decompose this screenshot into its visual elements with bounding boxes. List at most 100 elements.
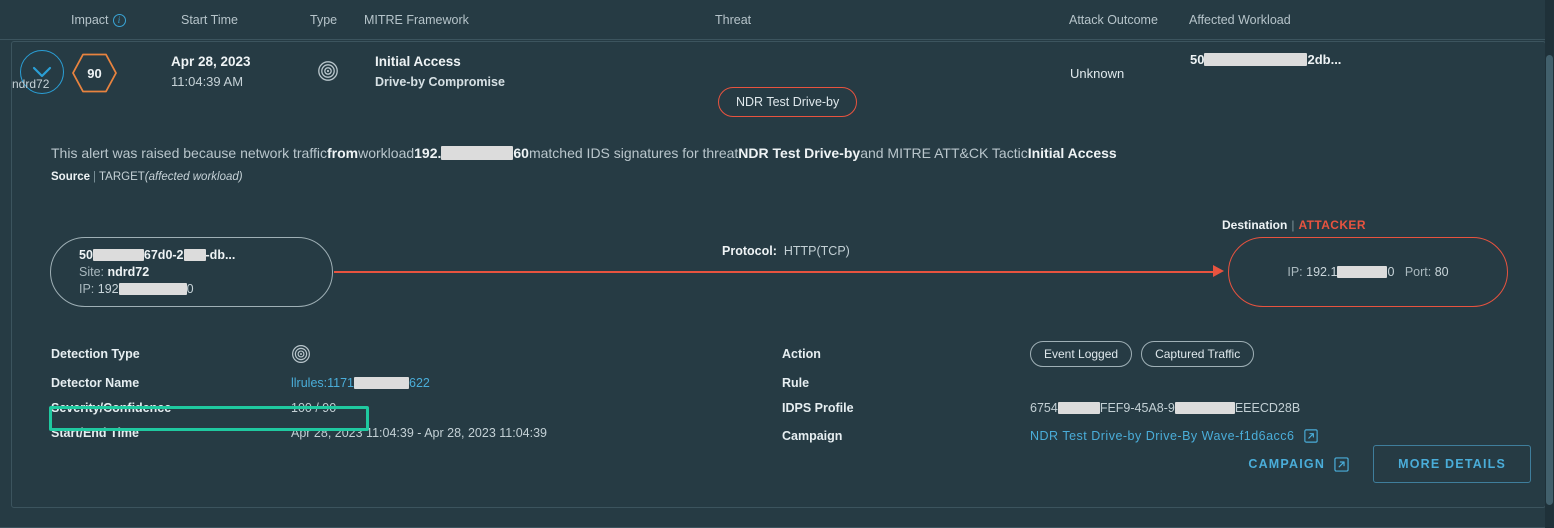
column-header-impact: Impact i [71, 13, 126, 27]
flow-arrow-line [334, 271, 1218, 273]
column-header-start-time: Start Time [181, 13, 238, 27]
idps-profile-label: IDPS Profile [782, 400, 854, 415]
column-header-mitre-framework: MITRE Framework [364, 13, 469, 27]
destination-label-group: Destination | ATTACKER [1222, 218, 1366, 232]
column-header-threat: Threat [715, 13, 752, 27]
destination-node-ip: IP: 192.1 0 Port: 80 [1287, 264, 1448, 281]
redacted-block [1057, 401, 1100, 414]
vertical-scrollbar-track[interactable] [1545, 0, 1554, 528]
external-link-icon [1303, 429, 1318, 443]
dest-port-value: 80 [1434, 264, 1449, 279]
severity-confidence-value: 100 / 90 [291, 400, 337, 415]
source-target-legend: Source | TARGET(affected workload) [51, 171, 243, 183]
dest-ip-suffix: 0 [1387, 264, 1395, 279]
impact-score-value: 90 [87, 65, 102, 81]
alert-time: 11:04:39 AM [171, 74, 244, 89]
detail-row-action: Action Event Logged Captured Traffic [782, 338, 1422, 370]
protocol-value: HTTP(TCP) [783, 244, 850, 258]
idps-mid: FEF9-45A8-9 [1099, 400, 1175, 415]
column-header-affected-workload: Affected Workload [1189, 13, 1291, 27]
vertical-scrollbar-thumb[interactable] [1546, 55, 1553, 505]
redacted-block [1204, 53, 1308, 66]
source-site-label: Site: [79, 264, 105, 279]
mitre-technique: Drive-by Compromise [375, 75, 505, 89]
detector-name-label: Detector Name [51, 375, 140, 390]
detector-name-value[interactable]: llrules:1171 622 [291, 376, 430, 390]
campaign-link-text: NDR Test Drive-by Drive-By Wave-f1d6acc6 [1030, 429, 1295, 443]
detection-type-label: Detection Type [51, 347, 140, 361]
external-link-icon [1334, 456, 1349, 472]
column-header-impact-label: Impact [71, 13, 109, 27]
redacted-block [183, 249, 206, 262]
impact-score-badge: 90 [72, 53, 117, 93]
redacted-block [1337, 266, 1388, 279]
desc-ip-prefix: 192. [414, 145, 442, 161]
idps-suffix: EEECD28B [1234, 400, 1301, 415]
workload-name-suffix: 2db... [1307, 52, 1342, 67]
desc-threat: NDR Test Drive-by [738, 145, 861, 161]
flow-arrow-head-icon [1213, 265, 1224, 277]
dest-port-label: Port: [1404, 264, 1432, 279]
desc-part-4: and MITRE ATT&CK Tactic [860, 145, 1028, 161]
source-node-ip: IP: 192 0 [79, 281, 304, 298]
protocol-label-group: Protocol: HTTP(TCP) [722, 244, 850, 258]
alert-summary-row: 90 Apr 28, 2023 11:04:39 AM Initial Acce… [12, 42, 1545, 117]
source-name-suffix: -db... [205, 247, 236, 262]
action-tag-event-logged[interactable]: Event Logged [1030, 341, 1133, 367]
idps-profile-value: 6754 FEF9-45A8-9 EEECD28B [1030, 401, 1300, 415]
column-header-attack-outcome: Attack Outcome [1069, 13, 1158, 27]
dest-ip-label: IP: [1287, 264, 1303, 279]
source-ip-prefix: 192 [97, 281, 119, 296]
desc-tactic: Initial Access [1027, 145, 1117, 161]
detector-name-suffix: 622 [409, 375, 430, 390]
dest-ip-prefix: 192.1 [1306, 264, 1338, 279]
detail-row-severity-confidence: Severity/Confidence 100 / 90 [51, 395, 581, 420]
column-header-type: Type [310, 13, 338, 27]
start-end-time-value: Apr 28, 2023 11:04:39 - Apr 28, 2023 11:… [291, 425, 547, 440]
target-icon [292, 345, 310, 363]
threat-badge[interactable]: NDR Test Drive-by [718, 87, 858, 117]
redacted-block [118, 283, 187, 296]
detection-type-icon-cell [317, 60, 339, 87]
detail-row-idps-profile: IDPS Profile 6754 FEF9-45A8-9 EEECD28B [782, 395, 1422, 420]
legend-target: TARGET [99, 171, 145, 183]
legend-separator: | [93, 171, 96, 183]
detail-row-start-end-time: Start/End Time Apr 28, 2023 11:04:39 - A… [51, 420, 581, 445]
card-footer-actions: CAMPAIGN MORE DETAILS [1244, 445, 1531, 483]
source-node[interactable]: 50 67d0-2 -db... Site: ndrd72 IP: 192 0 [50, 237, 333, 307]
redacted-block [441, 146, 514, 160]
campaign-value-cell: NDR Test Drive-by Drive-By Wave-f1d6acc6 [1030, 429, 1318, 443]
campaign-label: Campaign [782, 429, 843, 443]
affected-workload-name: 50 2db... [1190, 52, 1341, 67]
rule-label: Rule [782, 375, 810, 390]
desc-part-3: matched IDS signatures for threat [528, 145, 739, 161]
traffic-flow-diagram: 50 67d0-2 -db... Site: ndrd72 IP: 192 0 Pro… [12, 192, 1545, 317]
alert-description: This alert was raised because network tr… [51, 145, 1117, 161]
legend-source: Source [51, 171, 90, 183]
attack-outcome-value: Unknown [1070, 66, 1125, 81]
details-left-column: Detection Type Detector Name llrules:117… [49, 338, 581, 445]
info-icon[interactable]: i [112, 13, 126, 27]
campaign-link[interactable]: NDR Test Drive-by Drive-By Wave-f1d6acc6 [1030, 429, 1318, 443]
action-tag-captured-traffic[interactable]: Captured Traffic [1141, 341, 1255, 367]
start-end-time-label: Start/End Time [51, 425, 139, 440]
workload-name-prefix: 50 [1190, 52, 1205, 67]
alert-detail-card: 90 Apr 28, 2023 11:04:39 AM Initial Acce… [11, 41, 1546, 508]
detail-row-rule: Rule [782, 370, 1422, 395]
campaign-button-label: CAMPAIGN [1248, 457, 1326, 471]
table-column-header: Impact i Start Time Type MITRE Framework… [0, 0, 1546, 40]
redacted-block [354, 376, 410, 389]
desc-part-2: workload [358, 145, 415, 161]
detector-name-prefix: llrules:1171 [291, 375, 355, 390]
source-node-name: 50 67d0-2 -db... [79, 247, 304, 264]
campaign-button[interactable]: CAMPAIGN [1244, 451, 1353, 478]
details-right-column: Action Event Logged Captured Traffic Rul… [782, 338, 1422, 452]
action-label: Action [782, 347, 821, 361]
more-details-button[interactable]: MORE DETAILS [1373, 445, 1531, 483]
source-ip-suffix: 0 [186, 281, 194, 296]
alert-date: Apr 28, 2023 [171, 54, 251, 69]
legend-note: (affected workload) [144, 171, 243, 183]
severity-confidence-label: Severity/Confidence [51, 400, 172, 415]
destination-node[interactable]: IP: 192.1 0 Port: 80 [1228, 237, 1508, 307]
target-icon [318, 61, 338, 81]
